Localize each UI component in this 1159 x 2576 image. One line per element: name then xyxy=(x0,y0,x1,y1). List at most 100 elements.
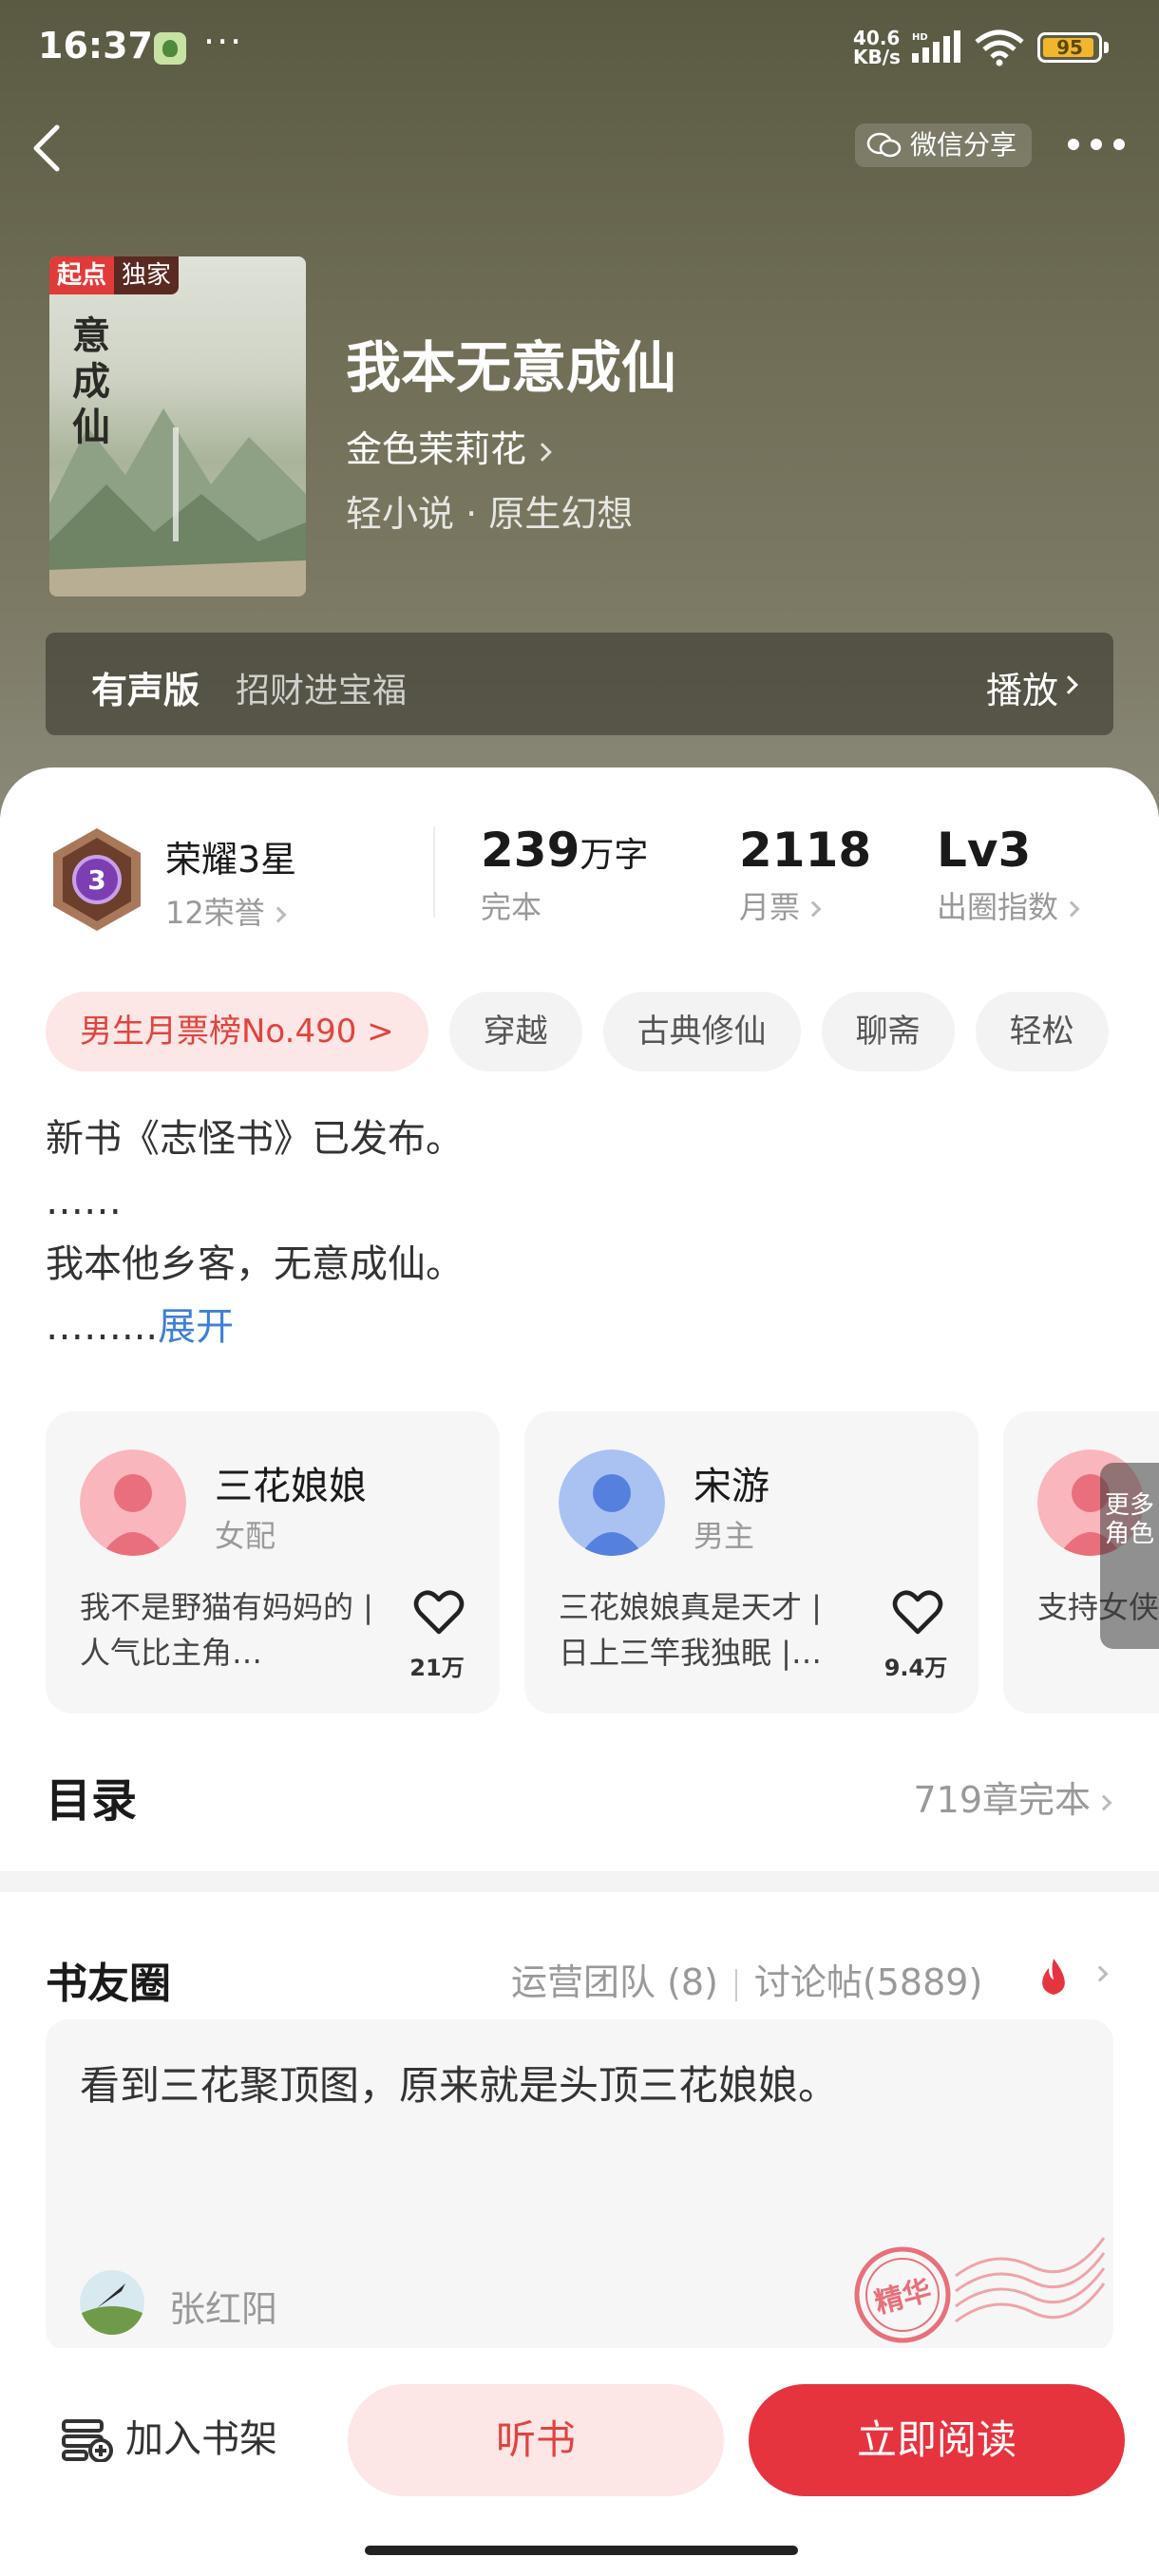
status-time: 16:37 xyxy=(38,25,153,66)
discussion-count: 讨论帖(5889) xyxy=(753,1961,983,2003)
post-text: 看到三花聚顶图，原来就是头顶三花娘娘。 xyxy=(80,2062,839,2109)
book-author-link[interactable]: 金色茉莉花 xyxy=(346,420,552,472)
character-list: 三花娘娘 女配 我不是野猫有妈妈的 | 人气比主角… 21万 宋游 男主 三花娘… xyxy=(46,1411,1159,1715)
character-card[interactable]: 宋游 男主 三花娘娘真是天才 | 日上三竿我独眠 |… 9.4万 xyxy=(524,1411,978,1714)
battery-level: 95 xyxy=(1056,36,1083,59)
chevron-right-icon xyxy=(1059,675,1078,694)
book-genre: 轻小说 · 原生幻想 xyxy=(346,493,634,535)
qidian-badge: 起点 xyxy=(49,256,115,294)
user-avatar xyxy=(80,2270,144,2335)
more-options-icon[interactable] xyxy=(1066,133,1127,156)
character-role: 男主 xyxy=(694,1518,755,1554)
exclusive-badge: 独家 xyxy=(114,256,180,294)
popularity-index-stat[interactable]: Lv3 出圈指数 xyxy=(937,823,1080,927)
book-cover[interactable]: 意成仙 起点 独家 xyxy=(49,256,306,597)
add-to-shelf-button[interactable]: 加入书架 xyxy=(61,2407,277,2472)
toc-title: 目录 xyxy=(46,1774,138,1828)
audio-narrator: 招财进宝福 xyxy=(236,672,408,710)
word-count-unit: 万字 xyxy=(580,836,649,875)
add-to-shelf-icon xyxy=(62,2419,113,2462)
app-notification-icon xyxy=(154,32,186,65)
chevron-right-icon xyxy=(1095,1794,1112,1810)
home-indicator[interactable] xyxy=(365,2546,798,2555)
fire-icon xyxy=(1042,1959,1065,1995)
chevron-right-icon xyxy=(270,906,287,923)
audio-label: 有声版 xyxy=(91,670,200,711)
tag-item[interactable]: 轻松 xyxy=(975,992,1109,1071)
intro-line: …… xyxy=(46,1180,122,1223)
wechat-icon xyxy=(866,132,902,158)
heart-icon[interactable] xyxy=(891,1588,944,1638)
intro-line: 新书《志怪书》已发布。 xyxy=(46,1117,464,1161)
toc-link[interactable]: 719章完本 xyxy=(913,1771,1112,1823)
stamp-text: 精华 xyxy=(871,2274,935,2320)
book-intro: 新书《志怪书》已发布。 …… 我本他乡客，无意成仙。 ……...展开 xyxy=(46,1108,1110,1358)
read-now-button[interactable]: 立即阅读 xyxy=(749,2384,1125,2496)
post-username: 张红阳 xyxy=(169,2288,278,2330)
completion-status: 完本 xyxy=(481,889,542,925)
audio-play-button[interactable]: 播放 xyxy=(986,661,1058,713)
heart-icon[interactable] xyxy=(412,1588,466,1638)
more-characters-button[interactable]: 更多角色 xyxy=(1100,1463,1159,1649)
character-likes: 21万 xyxy=(409,1655,465,1681)
network-speed: 40.6 KB/s xyxy=(853,28,901,66)
chevron-right-icon xyxy=(533,442,552,462)
word-count-value: 239 xyxy=(481,823,580,878)
honor-link[interactable]: 12荣誉 xyxy=(165,889,287,933)
monthly-tickets-label: 月票 xyxy=(739,889,801,925)
character-name: 三花娘娘 xyxy=(215,1465,367,1508)
meta-divider xyxy=(734,1968,737,2001)
battery-icon: 95 xyxy=(1037,32,1102,63)
listen-button[interactable]: 听书 xyxy=(348,2384,724,2496)
svg-text:HD: HD xyxy=(912,32,928,43)
stats-divider xyxy=(433,826,435,918)
expand-link[interactable]: 展开 xyxy=(158,1305,234,1349)
character-avatar xyxy=(559,1449,665,1556)
add-to-shelf-label: 加入书架 xyxy=(125,2417,277,2461)
popularity-index-label: 出圈指数 xyxy=(937,889,1059,925)
tag-rank[interactable]: 男生月票榜No.490 > xyxy=(46,992,428,1071)
signal-icon: HD xyxy=(912,30,960,63)
character-card[interactable]: 三花娘娘 女配 我不是野猫有妈妈的 | 人气比主角… 21万 xyxy=(46,1411,500,1714)
character-description: 三花娘娘真是天才 | 日上三竿我独眠 |… xyxy=(559,1589,822,1671)
character-likes: 9.4万 xyxy=(884,1655,948,1681)
cover-badges: 起点 独家 xyxy=(49,256,180,294)
back-arrow-icon[interactable] xyxy=(25,120,66,177)
cover-title-vertical: 意成仙 xyxy=(72,313,110,449)
book-circle-title: 书友圈 xyxy=(46,1960,171,2008)
audio-version-bar[interactable]: 有声版 招财进宝福 播放 xyxy=(46,633,1113,735)
book-title: 我本无意成仙 xyxy=(346,335,677,400)
monthly-tickets-value: 2118 xyxy=(739,823,872,878)
tag-item[interactable]: 古典修仙 xyxy=(602,992,801,1071)
operation-team: 运营团队 (8) xyxy=(511,1961,718,2003)
character-description: 我不是野猫有妈妈的 | 人气比主角… xyxy=(80,1589,373,1671)
tag-list: 男生月票榜No.490 > 穿越 古典修仙 聊斋 轻松 xyxy=(46,992,1109,1071)
monthly-tickets-stat[interactable]: 2118 月票 xyxy=(739,823,871,927)
book-circle-meta[interactable]: 运营团队 (8) 讨论帖(5889) xyxy=(511,1953,982,2005)
honor-level-number: 3 xyxy=(87,864,105,896)
featured-stamp-icon: 精华 xyxy=(854,2237,1106,2343)
character-name: 宋游 xyxy=(694,1465,770,1508)
character-role: 女配 xyxy=(215,1518,276,1554)
wechat-share-label: 微信分享 xyxy=(910,129,1017,161)
status-bar: 16:37 ··· 40.6 KB/s HD 95 xyxy=(0,0,1159,95)
section-divider xyxy=(0,1871,1159,1892)
toc-info: 719章完本 xyxy=(913,1779,1091,1821)
more-notifications-icon: ··· xyxy=(203,21,244,63)
intro-line: 我本他乡客，无意成仙。 xyxy=(46,1242,464,1286)
honor-count: 12荣誉 xyxy=(165,895,265,931)
featured-post[interactable]: 看到三花聚顶图，原来就是头顶三花娘娘。 张红阳 精华 xyxy=(46,2019,1113,2352)
chevron-right-icon xyxy=(805,900,822,918)
wechat-share-button[interactable]: 微信分享 xyxy=(855,123,1033,167)
tag-item[interactable]: 聊斋 xyxy=(821,992,955,1071)
chevron-right-icon xyxy=(1063,900,1080,918)
honor-badge-icon: 3 xyxy=(53,828,141,931)
net-speed-unit: KB/s xyxy=(853,46,901,68)
net-speed-value: 40.6 xyxy=(853,27,901,49)
author-name: 金色茉莉花 xyxy=(346,428,527,470)
tag-item[interactable]: 穿越 xyxy=(448,992,582,1071)
character-avatar xyxy=(80,1449,186,1556)
popularity-index-value: Lv3 xyxy=(937,823,1032,878)
wifi-icon xyxy=(975,29,1024,66)
word-count-stat: 239万字 完本 xyxy=(481,823,648,927)
